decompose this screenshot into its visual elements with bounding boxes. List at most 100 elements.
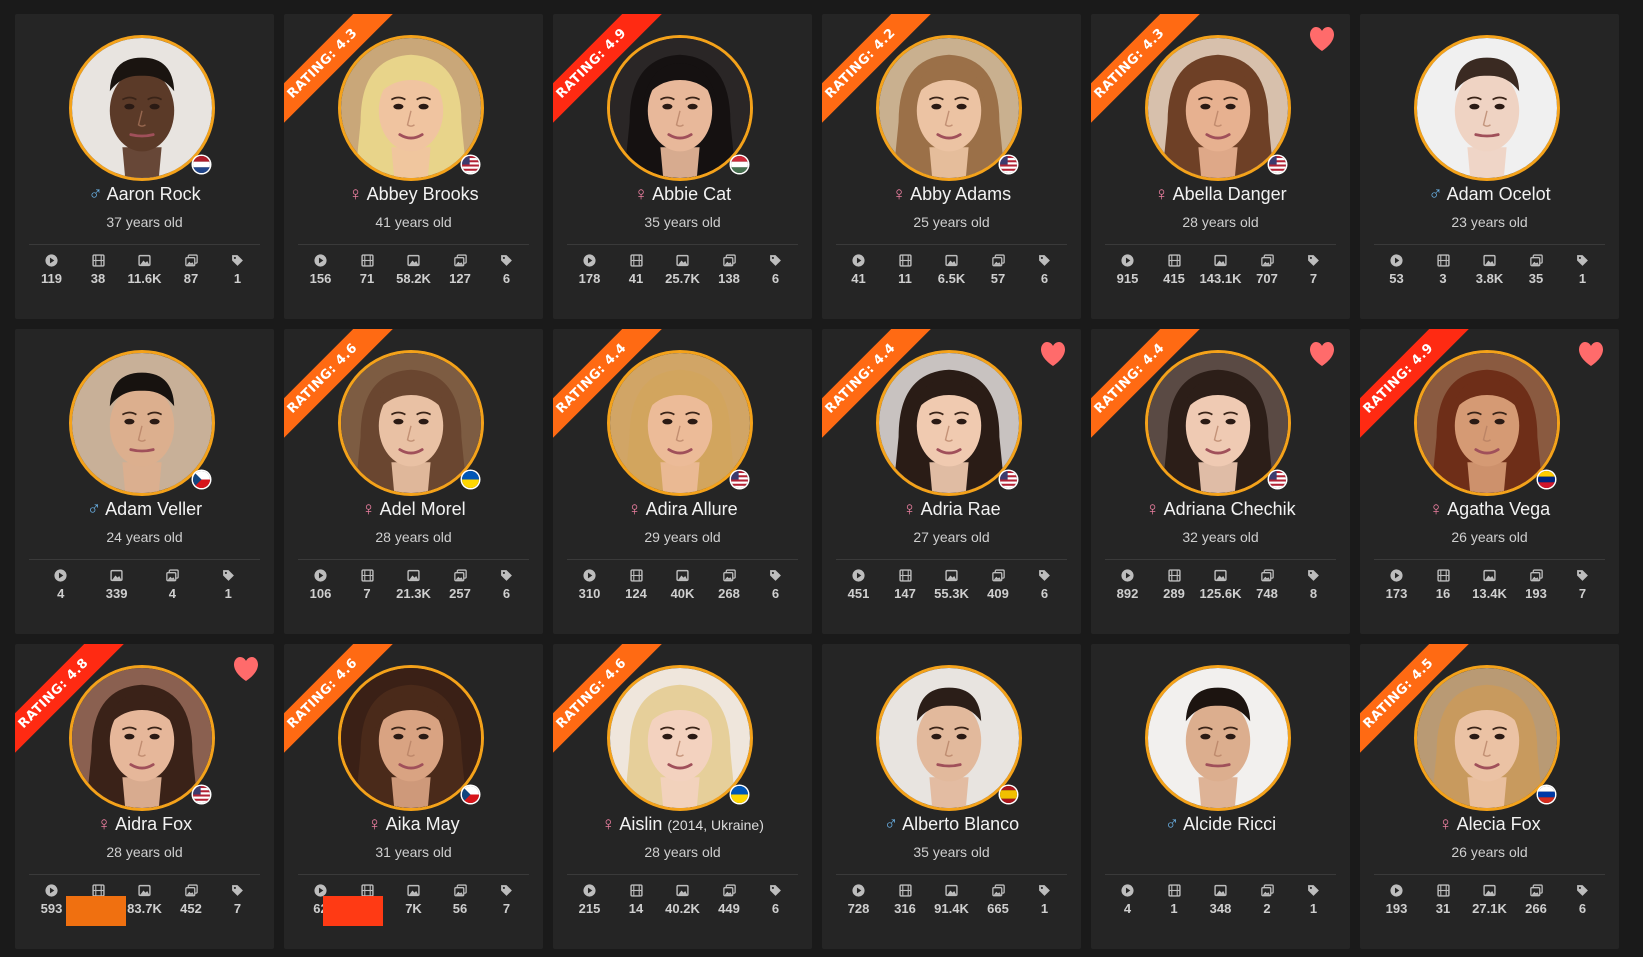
performer-avatar[interactable] [1145, 35, 1291, 181]
male-symbol-icon: ♂ [88, 184, 103, 205]
film-icon [898, 569, 912, 582]
performer-card[interactable]: RATING: 4.6 ♀ Adel Morel 28 years old 106… [284, 329, 543, 634]
performer-name-row[interactable]: ♀ Abbey Brooks [284, 184, 543, 206]
performer-name[interactable]: Adam Veller [105, 499, 202, 519]
stat-gallery: 127 [438, 254, 482, 286]
favorite-heart-icon[interactable] [232, 656, 260, 682]
performer-name[interactable]: Aidra Fox [115, 814, 192, 834]
performer-name[interactable]: Aislin [619, 814, 662, 834]
stat-value: 4 [57, 586, 65, 601]
performer-name[interactable]: Alberto Blanco [902, 814, 1019, 834]
performer-name[interactable]: Aaron Rock [107, 184, 201, 204]
male-symbol-icon: ♂ [1164, 814, 1180, 835]
performer-name[interactable]: Abella Danger [1173, 184, 1287, 204]
gallery-icon [1260, 884, 1274, 897]
performer-name-row[interactable]: ♂ Aaron Rock [15, 184, 274, 206]
stat-play: 119 [30, 254, 74, 286]
performer-card[interactable]: RATING: 4.4 ♀ Adria Rae 27 years old 451 … [822, 329, 1081, 634]
performer-card[interactable]: ♂ Aaron Rock 37 years old 119 38 11.6K 87… [15, 14, 274, 319]
performer-age: 27 years old [913, 529, 990, 545]
performer-name-row[interactable]: ♀ Adira Allure [553, 499, 812, 521]
stat-play: 451 [837, 569, 881, 601]
stat-value: 25.7K [665, 271, 700, 286]
performer-name-row[interactable]: ♀ Adel Morel [284, 499, 543, 521]
performer-card[interactable]: ♂ Alberto Blanco 35 years old 728 316 91.… [822, 644, 1081, 949]
flag-ua-icon [731, 786, 748, 803]
performer-name[interactable]: Abbie Cat [652, 184, 731, 204]
performer-avatar[interactable] [338, 35, 484, 181]
image-icon [1483, 569, 1496, 582]
performer-card[interactable]: ♂ Adam Veller 24 years old 4 339 4 1 [15, 329, 274, 634]
favorite-heart-icon[interactable] [1039, 341, 1067, 367]
performer-card[interactable]: ♂ Adam Ocelot 23 years old 53 3 3.8K 35 1 [1360, 14, 1619, 319]
performer-avatar[interactable] [1414, 350, 1560, 496]
performer-name[interactable]: Adam Ocelot [1447, 184, 1551, 204]
favorite-heart-icon[interactable] [1577, 341, 1605, 367]
performer-card[interactable]: ♂ Alcide Ricci 4 1 348 2 1 [1091, 644, 1350, 949]
performer-avatar[interactable] [1145, 665, 1291, 811]
performer-name[interactable]: Adira Allure [646, 499, 738, 519]
stat-value: 748 [1256, 586, 1278, 601]
performer-name-row[interactable]: ♂ Adam Ocelot [1360, 184, 1619, 206]
performer-avatar[interactable] [876, 35, 1022, 181]
performer-name-row[interactable]: ♀ Aislin (2014, Ukraine) [553, 814, 812, 836]
performer-name[interactable]: Aika May [386, 814, 460, 834]
performer-card[interactable]: RATING: 4.3 ♀ Abella Danger 28 years old … [1091, 14, 1350, 319]
performer-name-row[interactable]: ♀ Aidra Fox [15, 814, 274, 836]
performer-card[interactable]: RATING: 4.8 ♀ Aidra Fox 28 years old 593 … [15, 644, 274, 949]
performer-card[interactable]: RATING: 4.4 ♀ Adriana Chechik 32 years ol… [1091, 329, 1350, 634]
flag-us-icon [1000, 471, 1017, 488]
performer-name[interactable]: Alcide Ricci [1183, 814, 1276, 834]
performer-card[interactable]: RATING: 4.9 ♀ Abbie Cat 35 years old 178 … [553, 14, 812, 319]
stats-row: 178 41 25.7K 138 6 [565, 254, 800, 286]
performer-name[interactable]: Adriana Chechik [1164, 499, 1296, 519]
stat-value: 289 [1163, 586, 1185, 601]
film-icon [1436, 254, 1450, 267]
performer-card[interactable]: RATING: 4.9 ♀ Agatha Vega 26 years old 17… [1360, 329, 1619, 634]
favorite-heart-icon[interactable] [1308, 26, 1336, 52]
performer-avatar[interactable] [1414, 665, 1560, 811]
performer-name-row[interactable]: ♀ Aika May [284, 814, 543, 836]
performer-name-row[interactable]: ♂ Alcide Ricci [1091, 814, 1350, 836]
performer-avatar[interactable] [607, 665, 753, 811]
performer-avatar[interactable] [876, 665, 1022, 811]
favorite-heart-icon[interactable] [1308, 341, 1336, 367]
stat-value: 6 [771, 271, 780, 286]
performer-name-row[interactable]: ♂ Adam Veller [15, 499, 274, 521]
image-icon [945, 569, 958, 582]
performer-name-row[interactable]: ♂ Alberto Blanco [822, 814, 1081, 836]
performer-avatar[interactable] [338, 665, 484, 811]
performer-avatar[interactable] [1414, 35, 1560, 181]
stat-value: 3.8K [1475, 271, 1504, 286]
performer-card[interactable]: RATING: 4.5 ♀ Alecia Fox 26 years old 193… [1360, 644, 1619, 949]
performer-name[interactable]: Abby Adams [910, 184, 1011, 204]
performer-avatar[interactable] [1145, 350, 1291, 496]
performer-name[interactable]: Adria Rae [921, 499, 1001, 519]
performer-name-row[interactable]: ♀ Adriana Chechik [1091, 499, 1350, 521]
performer-card[interactable]: RATING: 4.4 ♀ Adira Allure 29 years old 3… [553, 329, 812, 634]
performer-card[interactable]: RATING: 4.6 ♀ Aislin (2014, Ukraine) 28 y… [553, 644, 812, 949]
performer-name[interactable]: Abbey Brooks [367, 184, 479, 204]
performer-avatar[interactable] [607, 35, 753, 181]
performer-avatar[interactable] [69, 665, 215, 811]
performer-avatar[interactable] [69, 350, 215, 496]
stat-value: 56 [452, 901, 468, 916]
performer-age: 32 years old [1182, 529, 1259, 545]
performer-name-row[interactable]: ♀ Abby Adams [822, 184, 1081, 206]
performer-name-row[interactable]: ♀ Adria Rae [822, 499, 1081, 521]
performer-card[interactable]: RATING: 4.3 ♀ Abbey Brooks 41 years old 1… [284, 14, 543, 319]
performer-card[interactable]: RATING: 4.2 ♀ Abby Adams 25 years old 41 … [822, 14, 1081, 319]
performer-name-row[interactable]: ♀ Abbie Cat [553, 184, 812, 206]
performer-name-row[interactable]: ♀ Alecia Fox [1360, 814, 1619, 836]
performer-name[interactable]: Agatha Vega [1447, 499, 1550, 519]
performer-name[interactable]: Adel Morel [380, 499, 466, 519]
performer-avatar[interactable] [607, 350, 753, 496]
performer-avatar[interactable] [876, 350, 1022, 496]
stat-value: 38 [90, 271, 106, 286]
performer-avatar[interactable] [338, 350, 484, 496]
performer-name-row[interactable]: ♀ Abella Danger [1091, 184, 1350, 206]
performer-name[interactable]: Alecia Fox [1457, 814, 1541, 834]
performer-avatar[interactable] [69, 35, 215, 181]
performer-name-row[interactable]: ♀ Agatha Vega [1360, 499, 1619, 521]
stat-value: 156 [309, 271, 332, 286]
